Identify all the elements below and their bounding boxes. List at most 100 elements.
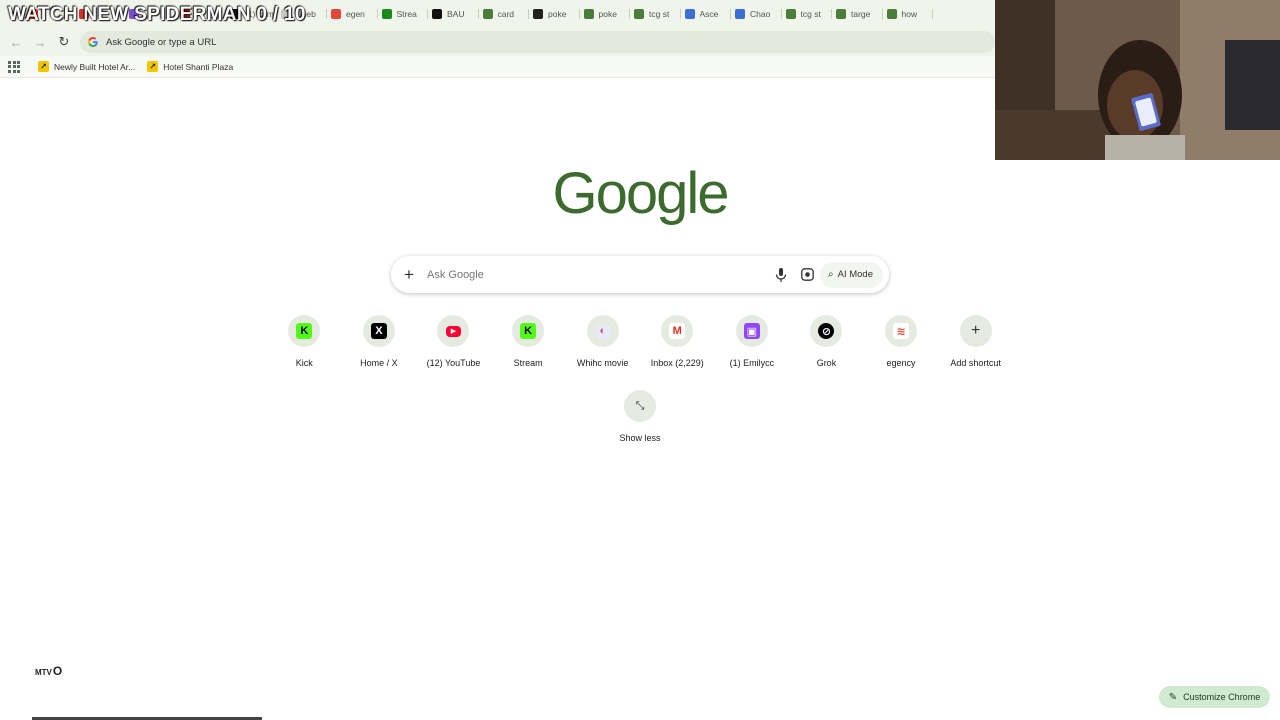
shortcut-icon-circle: + [959, 315, 992, 347]
browser-tab[interactable]: Asce [681, 3, 732, 25]
gmail-icon: M [669, 323, 686, 339]
google-lens-icon[interactable] [794, 262, 820, 288]
tab-title: Strea [396, 9, 417, 19]
twitch-icon: ▣ [743, 323, 760, 339]
shortcut-icon-circle: ▶ [437, 315, 470, 347]
browser-tab[interactable]: targe [832, 3, 883, 25]
kick-icon [381, 9, 392, 19]
browser-tab[interactable]: Strea [378, 3, 429, 25]
browser-tab[interactable]: poke [580, 3, 631, 25]
google-icon [836, 9, 846, 19]
bookmark-hotel-shanti-plaza[interactable]: ↗ Hotel Shanti Plaza [147, 61, 233, 72]
shortcut-tile[interactable]: X Home / X [342, 315, 417, 368]
browser-tab[interactable]: BAU [428, 3, 479, 25]
apps-grid-icon[interactable] [8, 60, 20, 73]
grok-icon [533, 9, 543, 19]
bookmark-arrow-icon: ↗ [147, 61, 159, 72]
tab-title: Chao [750, 9, 771, 19]
bookmarks-bar: ↗ Newly Built Hotel Ar... ↗ Hotel Shanti… [0, 56, 995, 78]
tab-title: tcg st [649, 9, 670, 19]
bookmark-hotel-newly-built[interactable]: ↗ Newly Built Hotel Ar... [38, 61, 135, 72]
shortcut-tile[interactable]: + Add shortcut [938, 315, 1013, 368]
tab-title: how [901, 9, 918, 19]
browser-tab[interactable]: tcg st [782, 3, 833, 25]
webcam-overlay [995, 0, 1280, 160]
google-icon [482, 9, 493, 19]
search-box[interactable]: + ⌕ AI Mode [391, 256, 889, 293]
browser-tab[interactable]: card [479, 3, 530, 25]
google-icon [583, 9, 594, 19]
shortcut-icon-circle: ▣ [735, 315, 768, 347]
shortcut-tile[interactable]: ⊘ Grok [789, 315, 864, 368]
bookmark-label: Newly Built Hotel Ar... [54, 61, 136, 72]
shortcut-icon-circle: K [512, 315, 545, 347]
google-icon [785, 9, 796, 19]
copilot-icon [684, 9, 695, 19]
shortcut-icon-circle: ⊘ [810, 315, 843, 347]
shortcut-label: Grok [816, 358, 837, 368]
back-arrow-icon[interactable]: ← [4, 30, 28, 54]
browser-tab[interactable]: egen [327, 3, 378, 25]
shortcut-tile[interactable]: ▣ (1) Emilycc [715, 315, 790, 368]
shortcut-label: egency [886, 358, 916, 368]
show-less-label: Show less [619, 433, 661, 443]
shortcut-tile[interactable]: ◐ Whihc movie [565, 315, 640, 368]
reload-icon[interactable]: ↻ [52, 30, 76, 54]
shortcut-tile[interactable]: ▶ (12) YouTube [416, 315, 491, 368]
google-logo: Google [552, 161, 729, 226]
shortcut-label: Stream [513, 358, 543, 368]
kick-icon: K [296, 323, 313, 339]
browser-tab[interactable]: how [883, 3, 934, 25]
ai-mode-search-icon: ⌕ [828, 269, 834, 280]
shortcut-icon-circle: X [362, 315, 395, 347]
google-icon [634, 9, 644, 19]
plus-icon: + [970, 322, 981, 339]
shortcut-label: Kick [295, 358, 313, 368]
stream-overlay-text: WATCH NEW SPIDERMAN 0 / 10 [8, 4, 306, 25]
google-icon [886, 9, 897, 19]
youtube-icon: ▶ [445, 325, 461, 337]
shortcuts-grid: K Kick X Home / X ▶ (12) YouTube K Stream ◐ Whihc… [267, 315, 1013, 368]
tab-title: targe [851, 9, 871, 19]
bookmark-label: Hotel Shanti Plaza [163, 61, 234, 72]
shortcut-label: Whihc movie [576, 358, 629, 368]
shortcut-label: (12) YouTube [426, 358, 481, 368]
mtv-watermark-logo: MTVO [35, 664, 63, 678]
tab-title: poke [548, 9, 567, 19]
browser-window: ▾ (1) com cineb egen Strea BAU card poke poke tc… [0, 0, 1280, 720]
ai-mode-button[interactable]: ⌕ AI Mode [820, 261, 883, 288]
customize-chrome-button[interactable]: ✎ Customize Chrome [1159, 686, 1270, 708]
address-bar[interactable]: Ask Google or type a URL [80, 31, 995, 53]
x-icon [432, 9, 442, 19]
browser-tab[interactable]: tcg st [630, 3, 681, 25]
customize-chrome-label: Customize Chrome [1183, 692, 1261, 702]
tab-title: poke [598, 9, 617, 19]
shortcut-icon-circle: ◐ [586, 315, 619, 347]
shortcut-icon-circle: M [661, 315, 694, 347]
shortcut-tile[interactable]: M Inbox (2,229) [640, 315, 715, 368]
kick-icon: K [520, 323, 537, 339]
collapse-arrows-icon: ⤡ [624, 390, 656, 422]
search-input[interactable] [427, 268, 768, 281]
address-bar-text: Ask Google or type a URL [106, 36, 217, 48]
shortcut-label: (1) Emilycc [729, 358, 775, 368]
bookmark-arrow-icon: ↗ [38, 61, 49, 72]
forward-arrow-icon[interactable]: → [28, 30, 52, 54]
add-plus-icon[interactable]: + [391, 265, 427, 285]
shortcut-label: Home / X [360, 358, 398, 368]
tab-title: BAU [447, 9, 465, 19]
tab-title: tcg st [800, 9, 821, 19]
browser-tab[interactable]: Chao [731, 3, 782, 25]
shortcut-tile[interactable]: K Kick [267, 315, 342, 368]
microphone-icon[interactable] [768, 262, 794, 288]
pencil-icon: ✎ [1168, 691, 1178, 703]
show-less-button[interactable]: ⤡ Show less [603, 390, 677, 443]
shortcut-label: Inbox (2,229) [650, 358, 704, 368]
egency-icon [331, 9, 341, 19]
x-icon: X [370, 323, 387, 339]
shortcut-tile[interactable]: ≋ egency [864, 315, 939, 368]
browser-tab[interactable]: poke [529, 3, 580, 25]
tab-title: egen [346, 9, 365, 19]
shortcut-tile[interactable]: K Stream [491, 315, 566, 368]
tab-title: Asce [699, 9, 719, 19]
